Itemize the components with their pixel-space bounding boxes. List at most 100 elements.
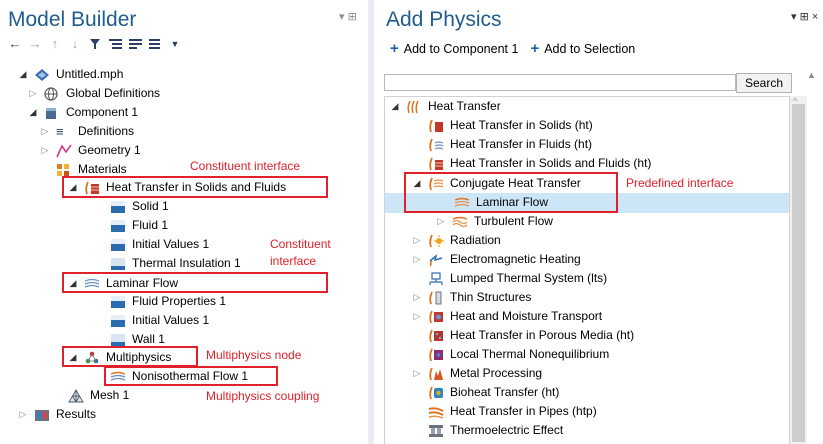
physics-node-thin[interactable]: ▷ Thin Structures [412, 288, 532, 307]
tree-node-wall[interactable]: Wall 1 [110, 330, 165, 349]
globe-icon [44, 86, 60, 101]
heat-moisture-icon [428, 310, 444, 324]
tree-node-initial-values[interactable]: Initial Values 1 [110, 235, 209, 254]
boundary-feature-icon [110, 333, 126, 347]
tree-node-component[interactable]: ◢ Component 1 [28, 103, 139, 122]
tree-node-mesh[interactable]: Mesh 1 [68, 386, 129, 405]
physics-node-solids[interactable]: Heat Transfer in Solids (ht) [428, 116, 593, 135]
list-label: Heat Transfer in Porous Media (ht) [450, 328, 635, 342]
add-to-selection-button[interactable]: Add to Selection [544, 42, 635, 56]
tree-node-results[interactable]: ▷ Results [18, 405, 96, 424]
tree-label: Initial Values 1 [132, 237, 210, 251]
tree-label: Results [56, 407, 97, 421]
physics-node-laminar-flow[interactable]: Laminar Flow [454, 193, 548, 212]
outer-scroll-up-icon[interactable]: ▲ [807, 70, 816, 80]
tree-label: Mesh 1 [90, 388, 130, 402]
tree-label: Materials [78, 162, 127, 176]
expand-toggle-icon[interactable]: ◢ [412, 174, 422, 193]
tree-label: Multiphysics [106, 350, 172, 364]
collapsed-toggle-icon[interactable]: ▷ [412, 307, 422, 326]
expand-toggle-icon[interactable]: ◢ [18, 65, 28, 84]
bioheat-icon [428, 386, 444, 400]
collapsed-toggle-icon[interactable]: ▷ [436, 212, 446, 231]
physics-node-heat-transfer[interactable]: ◢ Heat Transfer [390, 97, 501, 116]
physics-node-radiation[interactable]: ▷ Radiation [412, 231, 501, 250]
domain-feature-icon [110, 295, 126, 309]
physics-search-input[interactable] [384, 74, 736, 91]
nonisothermal-flow-icon [110, 370, 126, 384]
physics-node-bioheat[interactable]: Bioheat Transfer (ht) [428, 383, 559, 402]
expand-toggle-icon[interactable]: ◢ [390, 97, 400, 116]
move-up-icon[interactable]: ↑ [48, 37, 62, 51]
forward-arrow-icon[interactable]: → [28, 37, 42, 51]
tree-node-heat-transfer[interactable]: ◢ Heat Transfer in Solids and Fluids [68, 178, 287, 197]
tree-node-multiphysics[interactable]: ◢ Multiphysics [68, 348, 172, 367]
physics-node-turbulent-flow[interactable]: ▷ Turbulent Flow [436, 212, 553, 231]
tree-node-global-definitions[interactable]: ▷ Global Definitions [28, 84, 160, 103]
tree-node-geometry[interactable]: ▷ Geometry 1 [40, 141, 141, 160]
tree-node-thermal-insulation[interactable]: Thermal Insulation 1 [110, 254, 241, 273]
annotation-constituent-interface: Constituent interface [190, 159, 301, 173]
move-down-icon[interactable]: ↓ [68, 37, 82, 51]
tree-node-fluid-properties[interactable]: Fluid Properties 1 [110, 292, 226, 311]
search-button[interactable]: Search [736, 73, 792, 93]
tree-node-fluid[interactable]: Fluid 1 [110, 216, 168, 235]
physics-node-solids-fluids[interactable]: Heat Transfer in Solids and Fluids (ht) [428, 154, 651, 173]
physics-node-pipes[interactable]: Heat Transfer in Pipes (htp) [428, 402, 597, 421]
model-builder-toolbar: ← → ↑ ↓ ▼ [8, 37, 182, 51]
collapsed-toggle-icon[interactable]: ▷ [412, 250, 422, 269]
collapsed-toggle-icon[interactable]: ▷ [412, 288, 422, 307]
add-physics-window-controls[interactable]: ▾ ⊞ × [791, 10, 818, 23]
collapsed-toggle-icon[interactable]: ▷ [412, 231, 422, 250]
toolbar-dropdown-icon[interactable]: ▼ [168, 37, 182, 51]
add-physics-panel: Add Physics ▾ ⊞ × + Add to Component 1 +… [374, 0, 823, 444]
list-label: Heat Transfer [428, 99, 501, 113]
physics-node-lumped[interactable]: Lumped Thermal System (lts) [428, 269, 607, 288]
electromagnetic-heating-icon [428, 253, 444, 267]
collapsed-toggle-icon[interactable]: ▷ [18, 405, 28, 424]
scroll-up-icon[interactable]: ^ [793, 96, 797, 106]
expand-toggle-icon[interactable]: ◢ [68, 274, 78, 293]
list-label: Local Thermal Nonequilibrium [450, 347, 610, 361]
physics-node-metal[interactable]: ▷ Metal Processing [412, 364, 543, 383]
model-builder-title: Model Builder [8, 8, 137, 31]
pipes-icon [428, 405, 444, 419]
expand-sections-icon[interactable] [108, 37, 122, 51]
physics-node-ltne[interactable]: Local Thermal Nonequilibrium [428, 345, 609, 364]
expand-toggle-icon[interactable]: ◢ [68, 348, 78, 367]
physics-list-scroll-thumb[interactable] [792, 104, 805, 442]
tree-label: Component 1 [66, 105, 139, 119]
model-builder-window-controls[interactable]: ▾ ⊞ [339, 10, 357, 23]
physics-node-moisture[interactable]: ▷ Heat and Moisture Transport [412, 307, 603, 326]
tree-node-nonisothermal-flow[interactable]: Nonisothermal Flow 1 [110, 367, 248, 386]
back-arrow-icon[interactable]: ← [8, 37, 22, 51]
tree-node-initial-values-2[interactable]: Initial Values 1 [110, 311, 209, 330]
tree-node-root[interactable]: ◢ Untitled.mph [18, 65, 124, 84]
list-icon[interactable] [148, 37, 162, 51]
filter-icon[interactable] [88, 37, 102, 51]
expand-toggle-icon[interactable]: ◢ [68, 178, 78, 197]
tree-node-laminar-flow[interactable]: ◢ Laminar Flow [68, 274, 179, 293]
physics-node-fluids[interactable]: Heat Transfer in Fluids (ht) [428, 135, 592, 154]
physics-node-em-heating[interactable]: ▷ Electromagnetic Heating [412, 250, 581, 269]
tree-node-solid[interactable]: Solid 1 [110, 197, 169, 216]
collapsed-toggle-icon[interactable]: ▷ [28, 84, 38, 103]
tree-label: Initial Values 1 [132, 313, 210, 327]
physics-node-conjugate[interactable]: ◢ Conjugate Heat Transfer [412, 174, 581, 193]
collapse-sections-icon[interactable] [128, 37, 142, 51]
expand-toggle-icon[interactable]: ◢ [28, 103, 38, 122]
tree-label: Nonisothermal Flow 1 [132, 369, 249, 383]
physics-node-porous[interactable]: Heat Transfer in Porous Media (ht) [428, 326, 634, 345]
collapsed-toggle-icon[interactable]: ▷ [40, 122, 50, 141]
tree-node-definitions[interactable]: ▷ ≡ Definitions [40, 122, 135, 141]
selected-row-highlight [385, 193, 789, 213]
domain-feature-icon [110, 219, 126, 233]
add-to-component-button[interactable]: Add to Component 1 [404, 42, 519, 56]
tree-node-materials[interactable]: Materials [56, 160, 127, 179]
collapsed-toggle-icon[interactable]: ▷ [412, 364, 422, 383]
tree-label: Geometry 1 [78, 143, 141, 157]
physics-node-thermoelectric[interactable]: Thermoelectric Effect [428, 421, 563, 440]
list-label: Heat Transfer in Pipes (htp) [450, 404, 597, 418]
collapsed-toggle-icon[interactable]: ▷ [40, 141, 50, 160]
turbulent-flow-icon [452, 215, 468, 229]
